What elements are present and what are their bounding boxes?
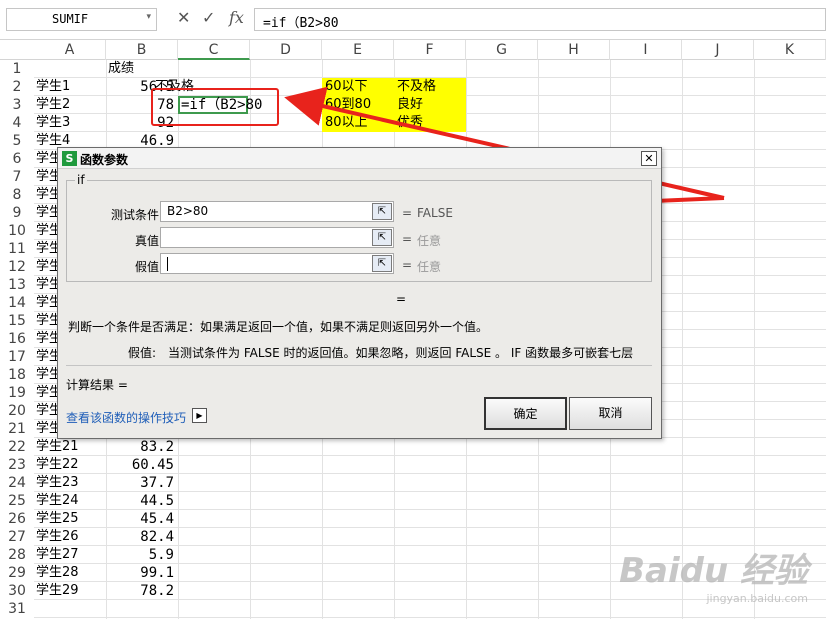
video-play-icon[interactable]: ▶ [192,408,207,423]
param-description: 当测试条件为 FALSE 时的返回值。如果忽略，则返回 FALSE 。 IF 函… [168,346,634,360]
dialog-title: 函数参数 [80,153,129,167]
divider [66,365,652,366]
function-arguments-dialog: S 函数参数 ✕ if 测试条件 B2>80 ⇱ = FALSE 真值 ⇱ = … [57,147,662,439]
param-eq: = [402,232,413,246]
param-label-true: 真值 [134,234,159,248]
function-name: if [75,173,87,187]
param-result-false: 任意 [417,260,442,274]
param-label-condition: 测试条件 [110,208,159,222]
watermark-url: jingyan.baidu.com [706,592,808,605]
text-caret [167,257,168,271]
param-value-condition: B2>80 [167,204,209,218]
calc-result: 计算结果 = [66,378,128,392]
param-input-false[interactable]: ⇱ [160,253,394,274]
help-link[interactable]: 查看该函数的操作技巧 [66,409,186,426]
param-input-condition[interactable]: B2>80 ⇱ [160,201,394,222]
param-desc-label: 假值: [128,346,157,360]
dialog-titlebar[interactable]: S 函数参数 ✕ [58,148,661,169]
collapse-ref-icon[interactable]: ⇱ [372,229,392,246]
param-eq: = [402,206,413,220]
param-input-true[interactable]: ⇱ [160,227,394,248]
param-result-condition: FALSE [417,206,453,220]
params-group: if 测试条件 B2>80 ⇱ = FALSE 真值 ⇱ = 任意 假值 ⇱ =… [66,173,652,282]
param-label-false: 假值 [134,260,159,274]
cancel-button[interactable]: 取消 [569,397,652,430]
watermark: Baidu 经验 jingyan.baidu.com [619,543,808,605]
function-result-eq: = [396,292,407,306]
collapse-ref-icon[interactable]: ⇱ [372,255,392,272]
wps-logo-icon: S [62,151,77,166]
watermark-logo: Baidu 经验 [619,551,808,591]
function-description: 判断一个条件是否满足：如果满足返回一个值，如果不满足则返回另外一个值。 [68,320,489,334]
close-icon[interactable]: ✕ [641,151,657,166]
param-result-true: 任意 [417,234,442,248]
collapse-ref-icon[interactable]: ⇱ [372,203,392,220]
ok-button[interactable]: 确定 [484,397,567,430]
param-eq: = [402,258,413,272]
